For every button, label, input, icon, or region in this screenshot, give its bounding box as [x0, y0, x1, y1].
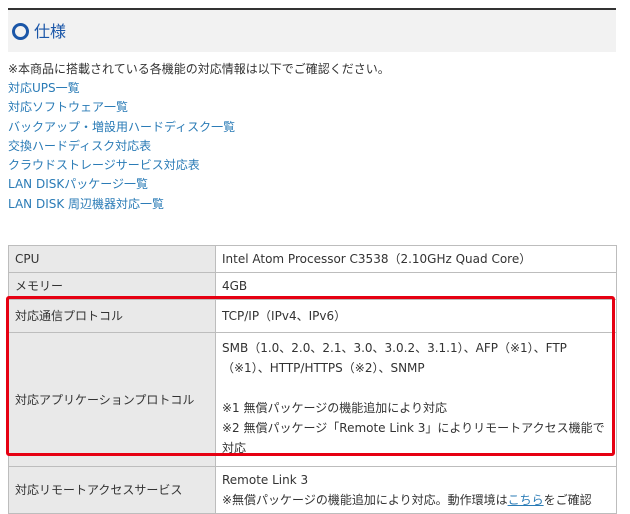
- spec-table: CPU Intel Atom Processor C3538（2.10GHz Q…: [8, 245, 617, 514]
- table-row: メモリー 4GB: [8, 272, 617, 300]
- app-protocol-line: （※1）、HTTP/HTTPS（※2）、SNMP: [222, 361, 425, 375]
- link-cloud-storage-table[interactable]: クラウドストレージサービス対応表: [8, 156, 235, 175]
- app-protocol-spacer: [222, 378, 610, 398]
- link-software-list[interactable]: 対応ソフトウェア一覧: [8, 98, 235, 117]
- spec-value-app-protocol: SMB（1.0、2.0、2.1、3.0、3.0.2、3.1.1）、AFP（※1）…: [215, 332, 617, 467]
- spec-label-app-protocol: 対応アプリケーションプロトコル: [8, 332, 216, 467]
- app-protocol-note: 対応: [222, 441, 247, 455]
- remote-access-env-link[interactable]: こちら: [508, 493, 544, 507]
- link-replacement-hdd-table[interactable]: 交換ハードディスク対応表: [8, 137, 235, 156]
- table-row: 対応通信プロトコル TCP/IP（IPv4、IPv6）: [8, 299, 617, 333]
- spec-label-comm-protocol: 対応通信プロトコル: [8, 299, 216, 333]
- spec-value-memory: 4GB: [215, 272, 617, 300]
- table-row: 対応アプリケーションプロトコル SMB（1.0、2.0、2.1、3.0、3.0.…: [8, 332, 617, 467]
- spec-label-memory: メモリー: [8, 272, 216, 300]
- section-heading: 仕様: [8, 8, 616, 52]
- app-protocol-line: SMB（1.0、2.0、2.1、3.0、3.0.2、3.1.1）、AFP（※1）…: [222, 341, 567, 355]
- table-row: CPU Intel Atom Processor C3538（2.10GHz Q…: [8, 245, 617, 273]
- spec-page: 仕様 ※本商品に搭載されている各機能の対応情報は以下でご確認ください。 対応UP…: [0, 0, 630, 514]
- compatibility-note: ※本商品に搭載されている各機能の対応情報は以下でご確認ください。: [8, 62, 390, 76]
- spec-value-cpu: Intel Atom Processor C3538（2.10GHz Quad …: [215, 245, 617, 273]
- spec-label-remote-access: 対応リモートアクセスサービス: [8, 466, 216, 514]
- app-protocol-note: ※1 無償パッケージの機能追加により対応: [222, 401, 448, 415]
- app-protocol-note: ※2 無償パッケージ「Remote Link 3」によりリモートアクセス機能で: [222, 421, 605, 435]
- link-ups-list[interactable]: 対応UPS一覧: [8, 79, 235, 98]
- section-title: 仕様: [34, 22, 67, 41]
- remote-access-line: ※無償パッケージの機能追加により対応。動作環境はこちらをご確認: [222, 490, 610, 510]
- link-backup-hdd-list[interactable]: バックアップ・増設用ハードディスク一覧: [8, 118, 235, 137]
- remote-access-line: Remote Link 3: [222, 473, 309, 487]
- circle-bullet-icon: [12, 23, 29, 40]
- spec-value-remote-access: Remote Link 3 ※無償パッケージの機能追加により対応。動作環境はこち…: [215, 466, 617, 514]
- spec-value-comm-protocol: TCP/IP（IPv4、IPv6）: [215, 299, 617, 333]
- remote-access-prefix: ※無償パッケージの機能追加により対応。動作環境は: [222, 493, 508, 507]
- remote-access-suffix: をご確認: [543, 493, 592, 507]
- spec-label-cpu: CPU: [8, 245, 216, 273]
- table-row: 対応リモートアクセスサービス Remote Link 3 ※無償パッケージの機能…: [8, 466, 617, 514]
- link-lan-disk-package-list[interactable]: LAN DISKパッケージ一覧: [8, 175, 235, 194]
- link-lan-disk-peripherals-list[interactable]: LAN DISK 周辺機器対応一覧: [8, 195, 235, 214]
- compatibility-links: 対応UPS一覧 対応ソフトウェア一覧 バックアップ・増設用ハードディスク一覧 交…: [8, 79, 235, 214]
